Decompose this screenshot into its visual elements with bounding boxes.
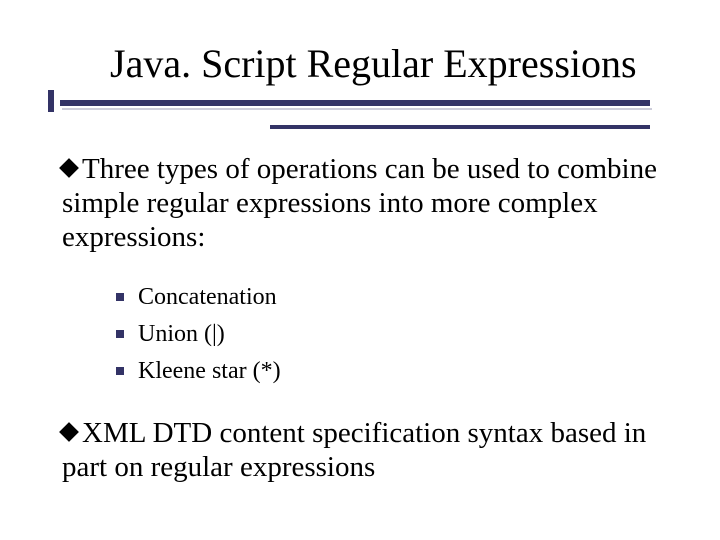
- diamond-bullet-icon: [59, 422, 79, 442]
- square-bullet-icon: [116, 367, 124, 375]
- rule-top: [60, 100, 650, 106]
- slide: Java. Script Regular Expressions Three t…: [0, 0, 720, 540]
- title-wrap: Java. Script Regular Expressions: [110, 42, 690, 86]
- sub-bullet-1-text: Concatenation: [138, 284, 277, 310]
- square-bullet-icon: [116, 293, 124, 301]
- bullet-1-text: Three types of operations can be used to…: [62, 153, 657, 253]
- slide-title: Java. Script Regular Expressions: [110, 42, 690, 86]
- rule-bottom: [270, 125, 650, 129]
- bullet-2: XML DTD content specification syntax bas…: [62, 416, 670, 484]
- sub-bullet-2-text: Union (|): [138, 321, 225, 347]
- sub-bullet-1: Concatenation: [116, 279, 670, 316]
- square-bullet-icon: [116, 330, 124, 338]
- bullet-1: Three types of operations can be used to…: [62, 152, 670, 255]
- sub-bullet-3-text: Kleene star (*): [138, 358, 281, 384]
- sub-bullet-list: Concatenation Union (|) Kleene star (*): [116, 279, 670, 391]
- diamond-bullet-icon: [59, 158, 79, 178]
- sub-bullet-2: Union (|): [116, 316, 670, 353]
- slide-body: Three types of operations can be used to…: [62, 152, 670, 485]
- accent-tick: [48, 90, 54, 112]
- bullet-2-text: XML DTD content specification syntax bas…: [62, 417, 646, 483]
- rule-top-shadow: [62, 108, 652, 110]
- sub-bullet-3: Kleene star (*): [116, 353, 670, 390]
